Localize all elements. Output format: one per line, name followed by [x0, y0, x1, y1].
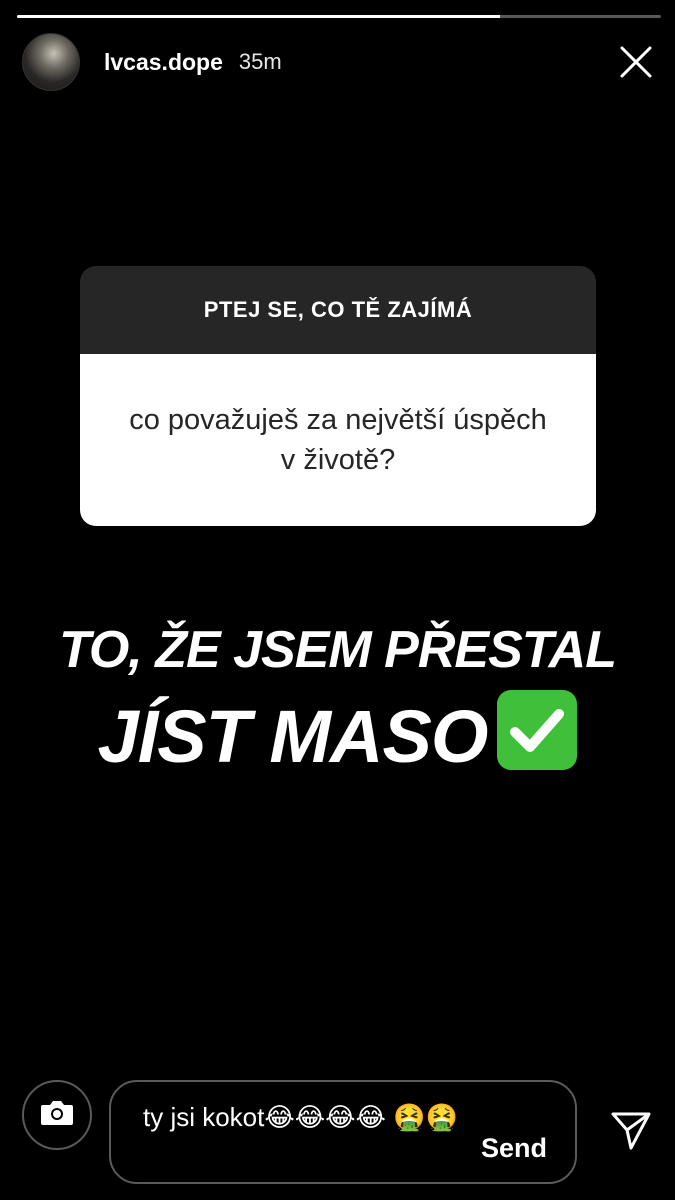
camera-button[interactable] [22, 1080, 92, 1150]
story-progress-bar [17, 15, 661, 18]
answer-line-2-text: JÍST MASO [97, 695, 489, 778]
answer-line-1: TO, ŽE JSEM PŘESTAL [59, 621, 617, 679]
check-mark-button-emoji [497, 690, 578, 770]
reply-input[interactable]: ty jsi kokot😂😂😂😂 🤮🤮 Send [109, 1080, 577, 1184]
timestamp: 35m [238, 49, 282, 74]
reply-bar: ty jsi kokot😂😂😂😂 🤮🤮 Send [22, 1080, 653, 1184]
story-header: lvcas.dope 35m [22, 33, 657, 91]
paper-plane-icon[interactable] [609, 1108, 653, 1152]
answer-line-2: JÍST MASO [0, 690, 675, 779]
avatar[interactable] [22, 33, 80, 91]
question-sticker-text: co považuješ za největší úspěch v životě… [80, 354, 596, 526]
close-icon[interactable] [617, 43, 655, 81]
camera-icon [40, 1098, 74, 1133]
question-sticker[interactable]: PTEJ SE, CO TĚ ZAJÍMÁ co považuješ za ne… [80, 266, 596, 526]
question-sticker-title: PTEJ SE, CO TĚ ZAJÍMÁ [80, 266, 596, 354]
progress-fill [17, 15, 500, 18]
username[interactable]: lvcas.dope [104, 49, 223, 76]
progress-segment [17, 15, 661, 18]
reply-text[interactable]: ty jsi kokot😂😂😂😂 🤮🤮 [143, 1100, 463, 1134]
send-button[interactable]: Send [481, 1133, 547, 1164]
